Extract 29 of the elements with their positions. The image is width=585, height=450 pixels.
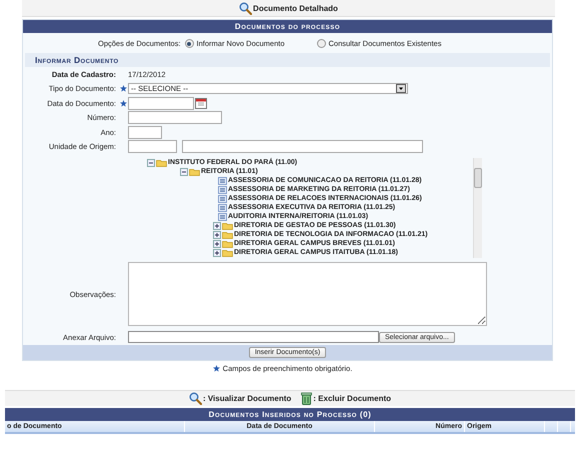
radio-button[interactable] [316,39,326,48]
table-title: Documentos Inseridos no Processo (0) [5,408,575,421]
radio-button[interactable] [184,39,194,48]
unit-name-input[interactable] [182,140,423,154]
section-header: Informar Documento [25,53,550,67]
required-star-icon [212,365,220,372]
file-input[interactable] [128,331,379,343]
trash-can-icon [301,392,312,405]
number-input[interactable] [128,111,222,124]
legend-text: Documento Detalhado [253,4,338,12]
expand-toggle-icon[interactable] [213,240,221,248]
magnifier-icon [188,392,202,405]
collapse-toggle-icon[interactable] [180,168,188,176]
year-input[interactable] [128,126,162,139]
date-input[interactable] [128,96,194,110]
expand-toggle-icon[interactable] [213,248,221,256]
legend-text: : Excluir Documento [313,394,392,403]
panel-title: Documentos do processo [23,20,552,33]
folder-icon [189,168,200,176]
unit-code-input[interactable] [128,140,177,154]
expand-toggle-icon[interactable] [213,222,221,230]
scrollbar[interactable] [473,158,482,258]
notes-textarea[interactable] [128,262,487,326]
collapse-toggle-icon[interactable] [147,158,155,166]
folder-icon [156,158,167,166]
magnifier-icon [239,2,252,14]
legend-text: : Visualizar Documento [202,394,292,403]
expand-toggle-icon[interactable] [213,230,221,238]
calendar-icon[interactable] [195,98,207,109]
